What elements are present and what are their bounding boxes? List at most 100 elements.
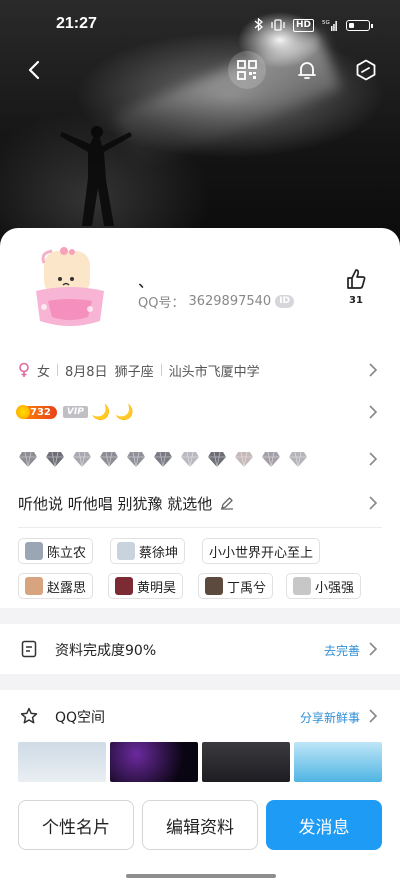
tag-thumbnail bbox=[25, 542, 43, 560]
status-time: 21:27 bbox=[56, 15, 97, 32]
basic-info-row[interactable]: 女 8月8日 狮子座 汕头市飞厦中学 bbox=[18, 352, 382, 388]
status-icons: HD 5G bbox=[254, 16, 373, 35]
tag-label: 丁禹兮 bbox=[227, 580, 267, 596]
qzone-photo[interactable] bbox=[18, 742, 106, 782]
qq-number-line[interactable]: QQ号： 3629897540 ID bbox=[138, 292, 295, 311]
back-button[interactable] bbox=[14, 48, 54, 92]
tag-item[interactable]: 赵露思 bbox=[18, 573, 94, 599]
medal-icons bbox=[18, 450, 308, 468]
top-nav bbox=[0, 48, 400, 92]
thumbs-up-icon bbox=[347, 269, 366, 289]
medal-gem-icon bbox=[181, 451, 199, 468]
like-button[interactable]: 31 bbox=[343, 268, 369, 306]
tag-label: 黄明昊 bbox=[137, 580, 177, 596]
hexagon-settings-icon bbox=[356, 59, 376, 81]
vip-badge: VIP bbox=[62, 406, 88, 418]
hd-badge: HD bbox=[292, 19, 314, 32]
qq-number: 3629897540 bbox=[188, 294, 272, 309]
birthday: 8月8日 bbox=[65, 364, 108, 380]
qr-code-icon bbox=[237, 60, 257, 80]
medal-gem-icon bbox=[46, 451, 64, 468]
tag-label: 赵露思 bbox=[47, 580, 87, 596]
chevron-right-icon bbox=[369, 363, 378, 377]
battery-icon bbox=[346, 20, 373, 31]
basic-info: 女 8月8日 狮子座 汕头市飞厦中学 bbox=[18, 361, 260, 380]
tag-thumbnail bbox=[117, 542, 135, 560]
medal-gem-icon bbox=[154, 451, 172, 468]
chevron-right-icon bbox=[369, 405, 378, 419]
medal-row[interactable] bbox=[18, 441, 382, 477]
share-news-link[interactable]: 分享新鲜事 bbox=[300, 709, 360, 726]
signature: 听他说 听他唱 别犹豫 就选他 bbox=[18, 493, 234, 514]
home-indicator bbox=[126, 874, 276, 878]
medal-gem-icon bbox=[100, 451, 118, 468]
qzone-photo[interactable] bbox=[110, 742, 198, 782]
nickname: 、 bbox=[138, 272, 155, 291]
zodiac: 狮子座 bbox=[114, 364, 154, 380]
edit-pencil-icon bbox=[221, 497, 234, 510]
back-arrow-icon bbox=[28, 60, 40, 80]
send-message-button[interactable]: 发消息 bbox=[266, 800, 382, 850]
qzone-photos bbox=[18, 742, 400, 782]
tag-label: 蔡徐坤 bbox=[139, 545, 179, 561]
tag-item[interactable]: 蔡徐坤 bbox=[110, 538, 186, 564]
signal-icon: 5G bbox=[322, 16, 338, 35]
bell-icon bbox=[298, 62, 316, 79]
qq-label: QQ号： bbox=[138, 296, 185, 311]
medal-gem-icon bbox=[127, 451, 145, 468]
chevron-right-icon bbox=[369, 496, 378, 510]
tag-thumbnail bbox=[205, 577, 223, 595]
notification-button[interactable] bbox=[287, 48, 327, 92]
tag-thumbnail bbox=[115, 577, 133, 595]
edit-profile-button[interactable]: 编辑资料 bbox=[142, 800, 258, 850]
section-divider bbox=[18, 527, 382, 528]
level-badge-row[interactable]: 732 VIP 🌙 🌙 bbox=[16, 394, 382, 430]
net-label: 5G bbox=[322, 20, 330, 26]
gender: 女 bbox=[37, 364, 51, 380]
signature-row[interactable]: 听他说 听他唱 别犹豫 就选他 bbox=[18, 485, 382, 521]
tag-label: 小强强 bbox=[315, 580, 355, 596]
qzone-photo[interactable] bbox=[202, 742, 290, 782]
vibrate-icon bbox=[271, 16, 285, 35]
qq-level-badge: 732 bbox=[16, 404, 57, 419]
bluetooth-icon bbox=[254, 16, 263, 35]
signature-text: 听他说 听他唱 别犹豫 就选他 bbox=[18, 494, 213, 513]
medal-gem-icon bbox=[73, 451, 91, 468]
chevron-right-icon bbox=[369, 709, 378, 723]
like-count: 31 bbox=[349, 295, 363, 306]
medal-gem-icon bbox=[19, 451, 37, 468]
tag-item[interactable]: 丁禹兮 bbox=[198, 573, 274, 599]
document-icon bbox=[21, 640, 37, 658]
tag-item[interactable]: 黄明昊 bbox=[108, 573, 184, 599]
medal-gem-icon bbox=[235, 451, 253, 468]
avatar[interactable] bbox=[30, 245, 110, 333]
profile-card-button[interactable]: 个性名片 bbox=[18, 800, 134, 850]
qr-code-button[interactable] bbox=[228, 51, 266, 89]
chevron-right-icon bbox=[369, 642, 378, 656]
tag-item[interactable]: 陈立农 bbox=[18, 538, 94, 564]
tag-item[interactable]: 小强强 bbox=[286, 573, 362, 599]
status-bar: 21:27 HD 5G bbox=[0, 0, 400, 44]
qzone-photo[interactable] bbox=[294, 742, 382, 782]
medal-gem-icon bbox=[262, 451, 280, 468]
moon-level-icons: 🌙 🌙 bbox=[91, 403, 134, 421]
chevron-right-icon bbox=[369, 452, 378, 466]
complete-profile-link[interactable]: 去完善 bbox=[324, 642, 360, 659]
star-icon bbox=[20, 707, 38, 724]
tag-label: 陈立农 bbox=[47, 545, 87, 561]
performer-silhouette bbox=[60, 126, 132, 226]
tag-item[interactable]: 小小世界开心至上 bbox=[202, 538, 321, 564]
tag-label: 小小世界开心至上 bbox=[209, 545, 314, 561]
female-icon bbox=[19, 362, 29, 377]
profile-completion-row[interactable]: 资料完成度90% 去完善 bbox=[0, 624, 400, 674]
tag-thumbnail bbox=[25, 577, 43, 595]
medal-gem-icon bbox=[208, 451, 226, 468]
medal-gem-icon bbox=[289, 451, 307, 468]
more-settings-button[interactable] bbox=[346, 48, 386, 92]
tag-thumbnail bbox=[293, 577, 311, 595]
divider bbox=[57, 364, 59, 376]
profile-screen: 21:27 HD 5G 、 QQ号： 3629897540 ID 31 女 8月… bbox=[0, 0, 400, 888]
divider bbox=[160, 364, 162, 376]
school: 汕头市飞厦中学 bbox=[168, 364, 260, 380]
completion-title: 资料完成度90% bbox=[55, 643, 157, 659]
